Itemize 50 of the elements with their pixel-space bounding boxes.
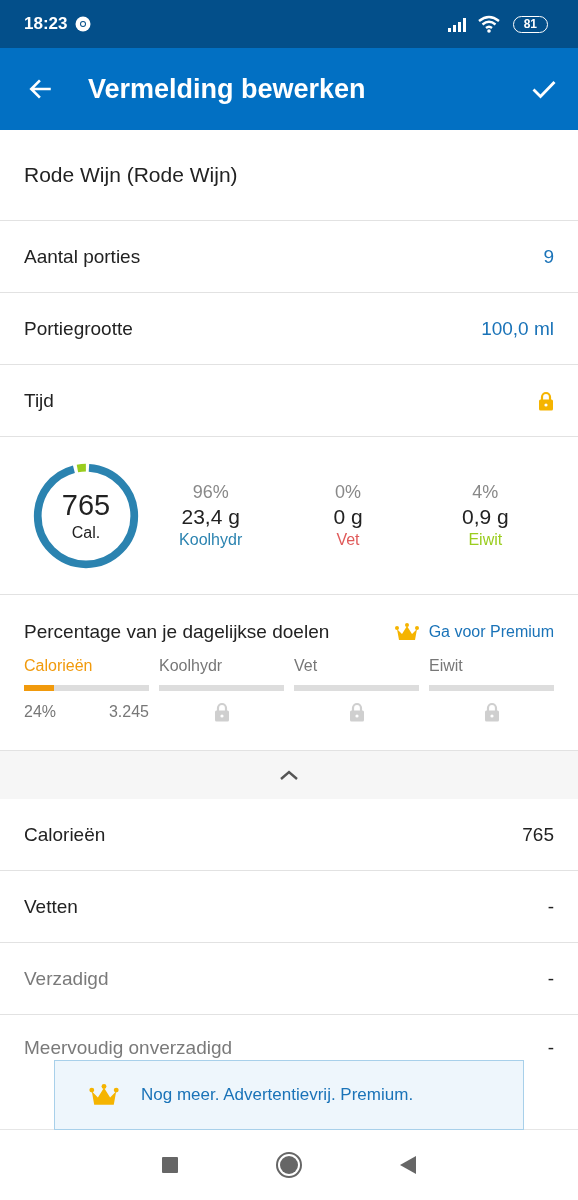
macro-amount: 0,9 g	[461, 505, 509, 529]
nutrient-value: -	[547, 895, 554, 918]
nutrient-value: -	[547, 1037, 554, 1059]
goal-label: Vet	[294, 657, 319, 675]
nutrient-label: Calorieën	[24, 823, 106, 846]
macro-amount: 0 g	[333, 505, 363, 529]
back-icon[interactable]	[399, 1155, 417, 1175]
macro-percent: 96%	[192, 482, 229, 503]
macro-name: Koolhydr	[179, 531, 243, 549]
field-label: Tijd	[24, 389, 54, 412]
crown-icon	[394, 623, 419, 641]
nutrient-label: Vetten	[24, 895, 78, 918]
screen-title: Vermelding bewerken	[88, 73, 367, 105]
lock-icon	[483, 702, 500, 722]
macro-percent: 4%	[472, 482, 499, 503]
crown-icon	[89, 1084, 119, 1106]
premium-banner[interactable]: Nog meer. Advertentievrij. Premium.	[54, 1060, 524, 1130]
premium-link[interactable]: Ga voor Premium	[428, 623, 554, 641]
banner-text: Nog meer. Advertentievrij. Premium.	[141, 1085, 414, 1105]
status-time: 18:23	[24, 14, 68, 34]
calorie-unit: Cal.	[71, 524, 101, 542]
nutrient-value: -	[547, 967, 554, 990]
goals-title: Percentage van je dagelijkse doelen	[24, 621, 331, 643]
chevron-up-icon[interactable]	[279, 769, 299, 781]
field-label: Aantal porties	[24, 245, 141, 268]
recents-icon[interactable]	[161, 1156, 179, 1174]
goal-label: Calorieën	[24, 657, 94, 675]
field-value[interactable]: 100,0 ml	[481, 317, 554, 340]
lock-icon	[348, 702, 365, 722]
signal-icon	[446, 16, 469, 32]
nutrient-label: Meervoudig onverzadigd	[24, 1037, 233, 1059]
goal-percent: 24%	[24, 703, 57, 721]
goal-label: Koolhydr	[159, 657, 224, 675]
macro-name: Eiwit	[468, 531, 503, 549]
nutrient-label: Verzadigd	[24, 967, 109, 990]
field-value[interactable]: 9	[543, 245, 554, 268]
food-name: Rode Wijn (Rode Wijn)	[24, 163, 238, 187]
lock-icon	[538, 390, 554, 411]
macro-percent: 0%	[335, 482, 361, 503]
browser-icon	[75, 16, 92, 32]
calorie-count: 765	[61, 489, 111, 522]
macro-name: Vet	[336, 531, 360, 549]
macro-amount: 23,4 g	[181, 505, 240, 529]
nutrient-value: 765	[522, 823, 554, 846]
lock-icon	[213, 702, 230, 722]
goal-target: 3.245	[108, 703, 149, 721]
home-icon[interactable]	[275, 1151, 303, 1179]
wifi-icon	[476, 15, 501, 33]
field-label: Portiegrootte	[24, 317, 133, 340]
goal-label: Eiwit	[429, 657, 464, 675]
